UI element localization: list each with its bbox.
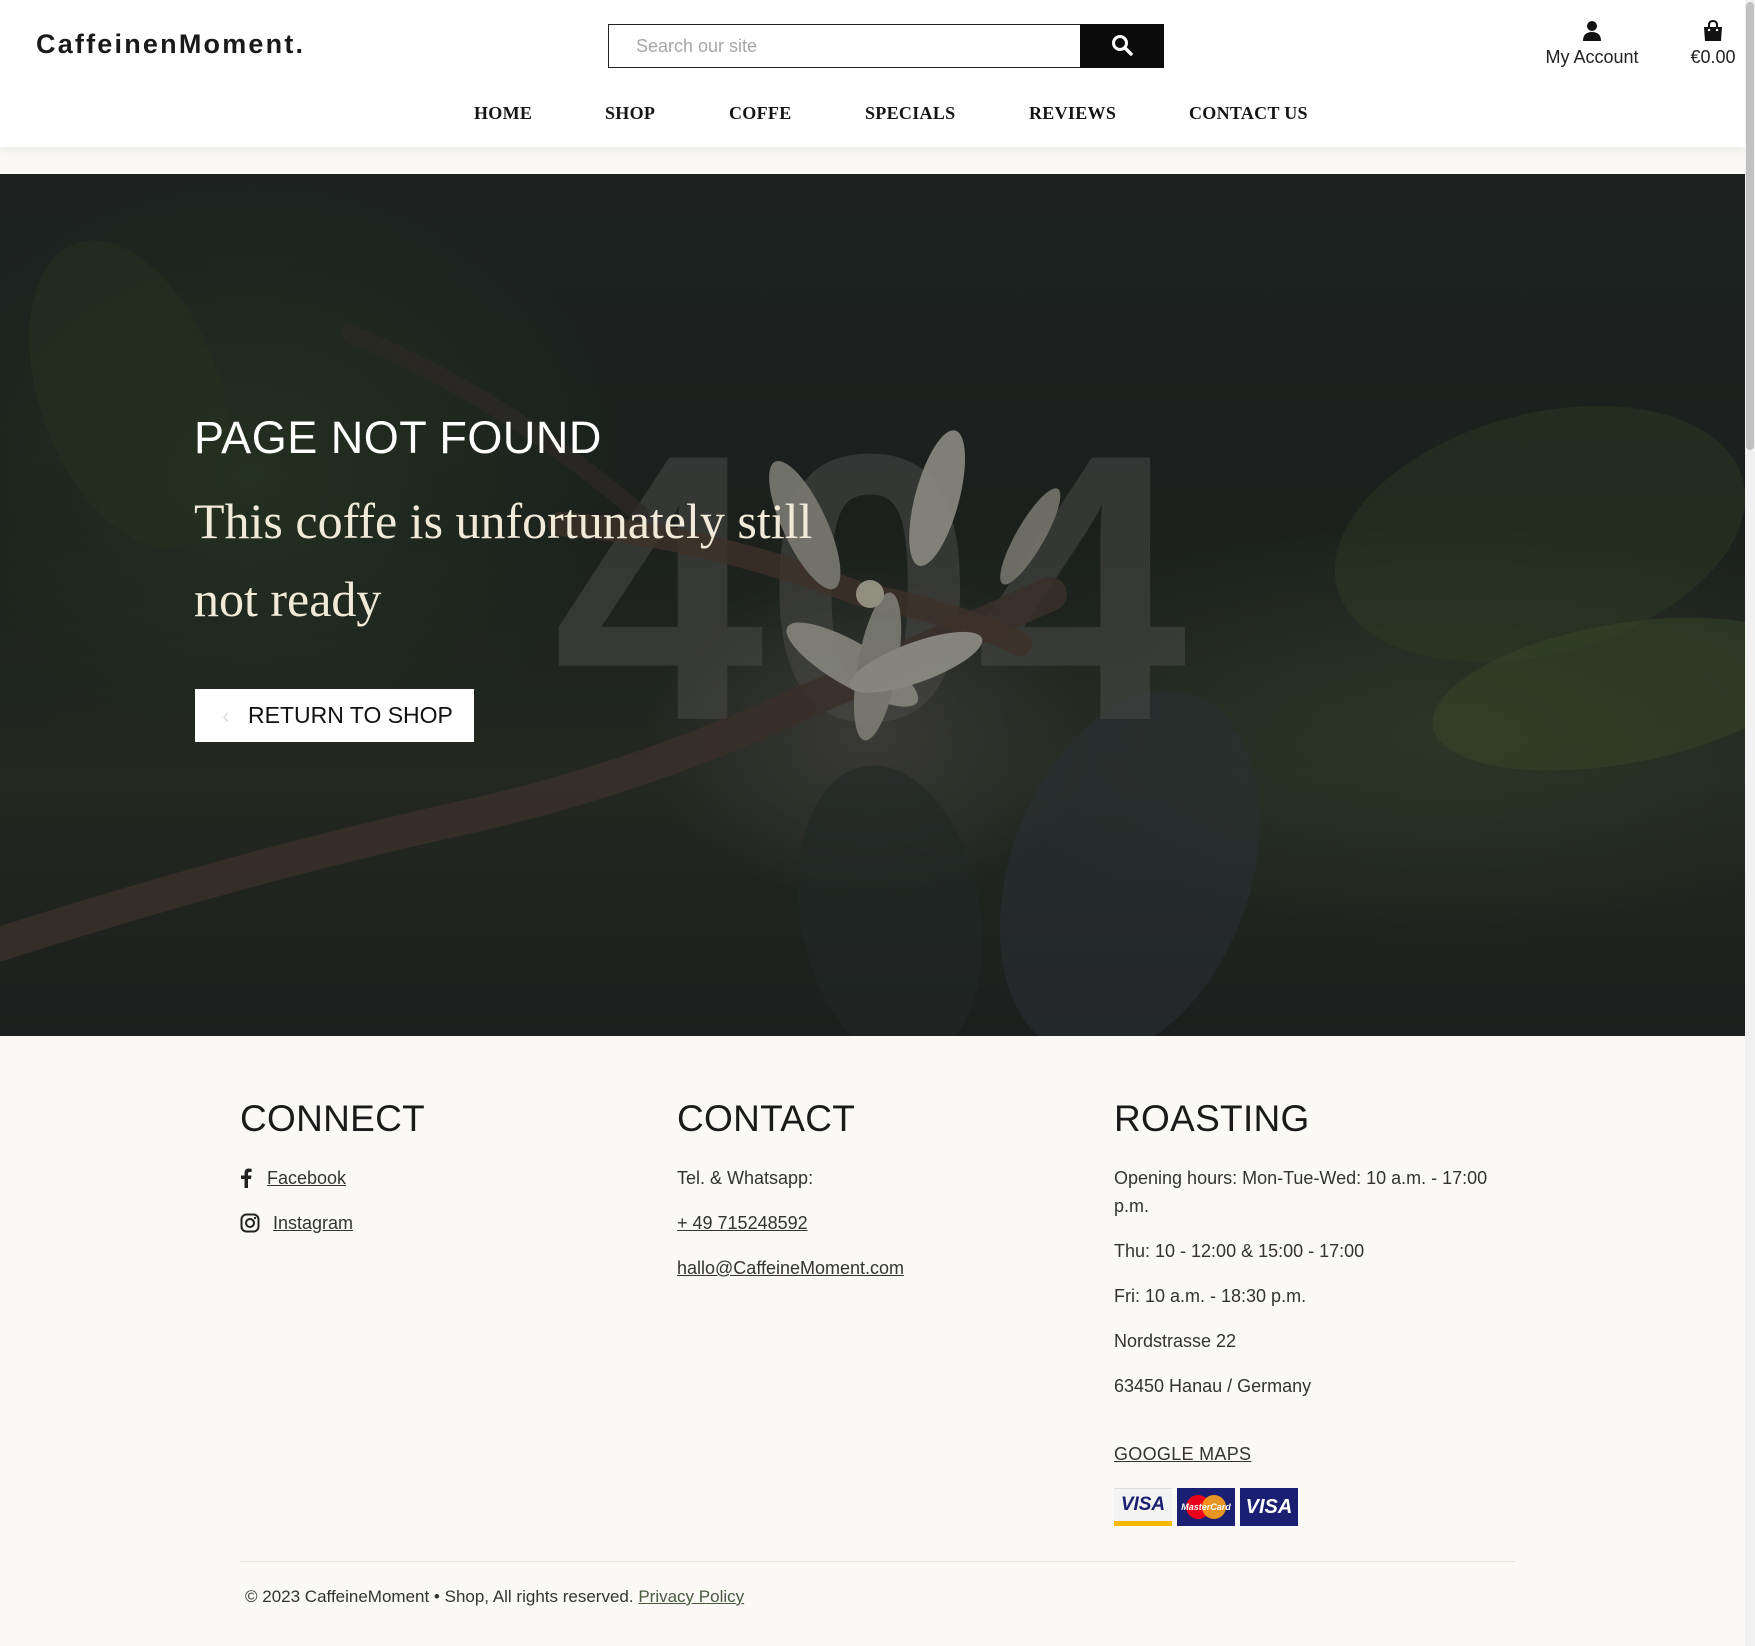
- facebook-label: Facebook: [267, 1167, 347, 1188]
- address-city: 63450 Hanau / Germany: [1114, 1376, 1312, 1396]
- visa-electron-icon: VISA: [1114, 1488, 1172, 1526]
- site-header: CaffeinenMoment. My Account: [0, 0, 1745, 147]
- nav-item-home[interactable]: HOME: [474, 103, 532, 124]
- privacy-policy-link[interactable]: Privacy Policy: [638, 1587, 744, 1606]
- cart-total: €0.00: [1690, 47, 1736, 67]
- phone-label: Tel. & Whatsapp:: [677, 1168, 814, 1188]
- page-not-found-title: PAGE NOT FOUND: [194, 412, 602, 463]
- copyright-line: © 2023 CaffeineMoment • Shop, All rights…: [245, 1587, 744, 1607]
- footer-divider: [240, 1561, 1515, 1562]
- site-footer: CONNECT Facebook Instagram CONTACT Tel. …: [0, 1036, 1745, 1646]
- shopping-bag-icon: [1683, 20, 1743, 44]
- connect-heading: CONNECT: [240, 1098, 426, 1139]
- main-nav: HOME SHOP COFFE SPECIALS REVIEWS CONTACT…: [0, 103, 1745, 129]
- page-not-found-subtitle: This coffe is unfortunately still not re…: [194, 493, 813, 627]
- search-icon: [1111, 34, 1133, 59]
- contact-heading: CONTACT: [677, 1098, 856, 1139]
- arrow-left-icon: ‹: [222, 702, 230, 728]
- brand-logo[interactable]: CaffeinenMoment.: [36, 29, 305, 60]
- search-input[interactable]: [608, 24, 1080, 68]
- cart-link[interactable]: €0.00: [1683, 20, 1743, 68]
- google-maps-link[interactable]: GOOGLE MAPS: [1114, 1444, 1251, 1465]
- my-account-label: My Account: [1545, 47, 1639, 67]
- facebook-link[interactable]: Facebook: [240, 1164, 425, 1192]
- hero-404: 404 PAGE NOT FOUND This coffe is unfortu…: [0, 174, 1745, 1036]
- opening-hours-fri: Fri: 10 a.m. - 18:30 p.m.: [1114, 1286, 1307, 1306]
- search-form: [608, 24, 1164, 68]
- payment-methods: VISA MasterCard VISA: [1114, 1488, 1514, 1526]
- instagram-icon: [240, 1213, 273, 1233]
- nav-item-shop[interactable]: SHOP: [605, 103, 655, 124]
- return-to-shop-label: RETURN TO SHOP: [248, 702, 453, 728]
- email-link[interactable]: hallo@CaffeineMoment.com: [677, 1258, 904, 1278]
- instagram-label: Instagram: [273, 1212, 354, 1233]
- nav-item-reviews[interactable]: REVIEWS: [1029, 103, 1116, 124]
- nav-item-coffe[interactable]: COFFE: [729, 103, 792, 124]
- nav-item-specials[interactable]: SPECIALS: [865, 103, 955, 124]
- opening-hours-mon-wed: Opening hours: Mon-Tue-Wed: 10 a.m. - 17…: [1114, 1168, 1488, 1216]
- facebook-icon: [240, 1168, 267, 1188]
- return-to-shop-button[interactable]: ‹ RETURN TO SHOP: [195, 689, 474, 742]
- scrollbar-thumb[interactable]: [1746, 2, 1754, 450]
- user-icon: [1540, 20, 1644, 44]
- phone-link[interactable]: + 49 715248592: [677, 1213, 808, 1233]
- footer-connect: CONNECT Facebook Instagram: [240, 1098, 425, 1254]
- footer-roasting: ROASTING Opening hours: Mon-Tue-Wed: 10 …: [1114, 1098, 1514, 1526]
- address-street: Nordstrasse 22: [1114, 1331, 1237, 1351]
- mastercard-icon: MasterCard: [1177, 1488, 1235, 1526]
- page-scrollbar[interactable]: [1745, 0, 1755, 1646]
- instagram-link[interactable]: Instagram: [240, 1209, 425, 1237]
- nav-item-contact-us[interactable]: CONTACT US: [1189, 103, 1308, 124]
- search-button[interactable]: [1080, 24, 1164, 68]
- my-account-link[interactable]: My Account: [1540, 20, 1644, 68]
- copyright-text: © 2023 CaffeineMoment • Shop, All rights…: [245, 1587, 634, 1606]
- visa-icon: VISA: [1240, 1488, 1298, 1526]
- footer-contact: CONTACT Tel. & Whatsapp: + 49 715248592 …: [677, 1098, 904, 1299]
- roasting-heading: ROASTING: [1114, 1098, 1310, 1139]
- opening-hours-thu: Thu: 10 - 12:00 & 15:00 - 17:00: [1114, 1241, 1365, 1261]
